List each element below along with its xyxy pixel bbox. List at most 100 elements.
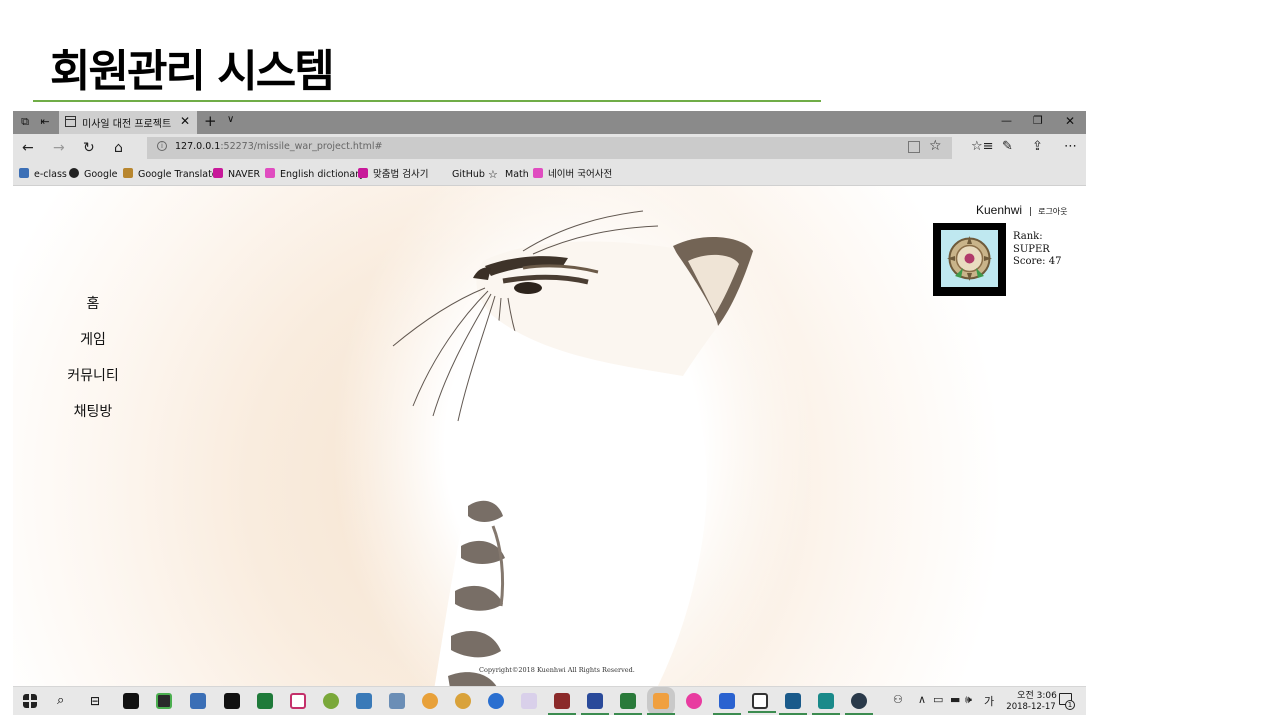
paint-icon[interactable] [521,693,537,709]
book-icon[interactable] [548,693,576,715]
page-icon [65,116,76,127]
naver-icon [213,168,223,178]
refresh-icon[interactable]: ↻ [83,140,95,156]
tab-bar: ⧉ ⇤ 미사일 대전 프로젝트 ✕ + ∨ — ❐ ✕ [13,111,1086,134]
favorite-spell-checker[interactable]: 맞춤법 검사기 [358,168,428,181]
folder-icon [123,168,133,178]
github-icon [437,168,447,178]
share-icon[interactable]: ⇪ [1032,139,1043,154]
address-bar[interactable]: i 127.0.0.1:52273/missile_war_project.ht… [147,137,952,159]
chrome-icon[interactable] [422,693,438,709]
pycharm-icon[interactable] [290,693,306,709]
score: Score: 47 [1013,256,1062,267]
favorite-english-dictionary[interactable]: English dictionary [265,168,365,181]
chevron-down-icon[interactable]: ∨ [227,114,234,125]
cat-background-image [392,210,753,686]
volume-icon[interactable]: 🕪 [965,693,972,707]
favorites-bar: e-class Google Google Translate NAVER En… [13,163,1086,186]
photos-icon[interactable] [156,693,172,709]
side-menu: 홈 게임 커뮤니티 채팅방 [53,294,133,438]
new-tab-icon[interactable]: + [204,112,217,130]
reading-view-icon[interactable] [908,141,920,153]
star-icon: ☆ [488,168,498,181]
store-icon[interactable] [123,693,139,709]
url-text: 127.0.0.1:52273/missile_war_project.html… [175,141,382,152]
google-icon [69,168,79,178]
snipping-icon[interactable] [389,693,405,709]
taskbar: ⌕ ⊟ ⚇ ∧ ▭ ▬ 🕪 가 오전 3:06 2018-12-17 1 [13,686,1086,715]
window-icon[interactable] [748,693,776,713]
terminal-icon[interactable] [779,693,807,715]
minimize-icon[interactable]: — [1001,114,1012,127]
naver-icon [358,168,368,178]
folder-icon [265,168,275,178]
more-icon[interactable]: ⋯ [1064,139,1077,154]
windows-start-icon[interactable] [23,694,37,708]
visual-studio-icon[interactable] [614,693,642,715]
eclass-app-icon[interactable] [190,693,206,709]
close-window-icon[interactable]: ✕ [1065,114,1075,128]
app-pink-icon[interactable] [686,693,702,709]
favorite-google-translate[interactable]: Google Translate [123,168,218,181]
menu-item-game[interactable]: 게임 [53,330,133,366]
copyright: Copyright©2018 Kuenhwi All Rights Reserv… [479,666,635,674]
display-icon[interactable]: ▭ [933,693,943,706]
menu-item-home[interactable]: 홈 [53,294,133,330]
logout-link[interactable]: 로그아웃 [1038,207,1067,216]
forward-icon[interactable]: → [53,140,65,156]
file-explorer-icon[interactable] [581,693,609,715]
close-tab-icon[interactable]: ✕ [180,114,190,128]
favorites-icon[interactable]: ☆≡ [971,139,994,154]
menu-item-community[interactable]: 커뮤니티 [53,366,133,402]
menu-item-chatroom[interactable]: 채팅방 [53,402,133,438]
favorite-google[interactable]: Google [69,168,118,181]
pen-icon[interactable]: ✎ [1002,139,1013,154]
info-icon[interactable]: i [157,141,167,151]
favorite-naver[interactable]: NAVER [213,168,260,181]
search-app-icon[interactable] [455,693,471,709]
page-content: 홈 게임 커뮤니티 채팅방 Kuenhwi | 로그아웃 Rank: SUPER… [13,186,1086,686]
favorite-naver-dictionary[interactable]: 네이버 국어사전 [533,168,612,181]
app-green-icon[interactable] [257,693,273,709]
rank-emblem-icon [941,230,998,287]
favorite-eclass[interactable]: e-class [19,168,67,181]
edge-icon[interactable] [647,693,675,715]
title-underline [33,100,821,102]
app-dark-icon[interactable] [845,693,873,715]
clock-time[interactable]: 오전 3:06 [1015,688,1059,701]
mail-icon[interactable] [224,693,240,709]
ime-indicator[interactable]: 가 [984,693,994,709]
people-icon[interactable]: ⚇ [893,693,903,706]
home-icon[interactable]: ⌂ [114,140,123,156]
app-teal-icon[interactable] [812,693,840,715]
navigation-bar: ← → ↻ ⌂ i 127.0.0.1:52273/missile_war_pr… [13,134,1086,163]
slide: 회원관리 시스템 ⧉ ⇤ 미사일 대전 프로젝트 ✕ + ∨ — ❐ ✕ ← →… [0,0,1280,720]
eclass-icon [19,168,29,178]
username: Kuenhwi [976,203,1023,217]
avatar [933,223,1006,296]
internet-explorer-icon[interactable] [488,693,504,709]
tab-title: 미사일 대전 프로젝트 [82,119,172,130]
favorite-math[interactable]: ☆ Math [488,168,529,181]
favorite-github[interactable]: GitHub [437,168,485,181]
user-bar: Kuenhwi | 로그아웃 [976,199,1068,218]
chat-icon[interactable] [713,693,741,715]
rank-label: Rank: [1013,231,1043,242]
chevron-up-icon[interactable]: ∧ [918,693,926,706]
star-icon[interactable]: ☆ [929,138,942,154]
folder-icon [533,168,543,178]
app-disc-icon[interactable] [323,693,339,709]
tab-active[interactable]: 미사일 대전 프로젝트 ✕ [59,111,197,134]
battery-icon[interactable]: ▬ [950,693,960,706]
clock-date[interactable]: 2018-12-17 [1003,702,1059,712]
set-tabs-aside-icon[interactable]: ⇤ [38,115,52,129]
network-icon[interactable] [356,693,372,709]
separator: | [1029,207,1033,217]
notification-count: 1 [1065,700,1075,710]
task-view-icon[interactable]: ⊟ [90,693,106,709]
rank-value: SUPER [1013,243,1050,255]
tab-actions-icon[interactable]: ⧉ [18,115,32,129]
back-icon[interactable]: ← [22,140,34,156]
restore-icon[interactable]: ❐ [1033,114,1043,127]
search-icon[interactable]: ⌕ [57,693,73,709]
